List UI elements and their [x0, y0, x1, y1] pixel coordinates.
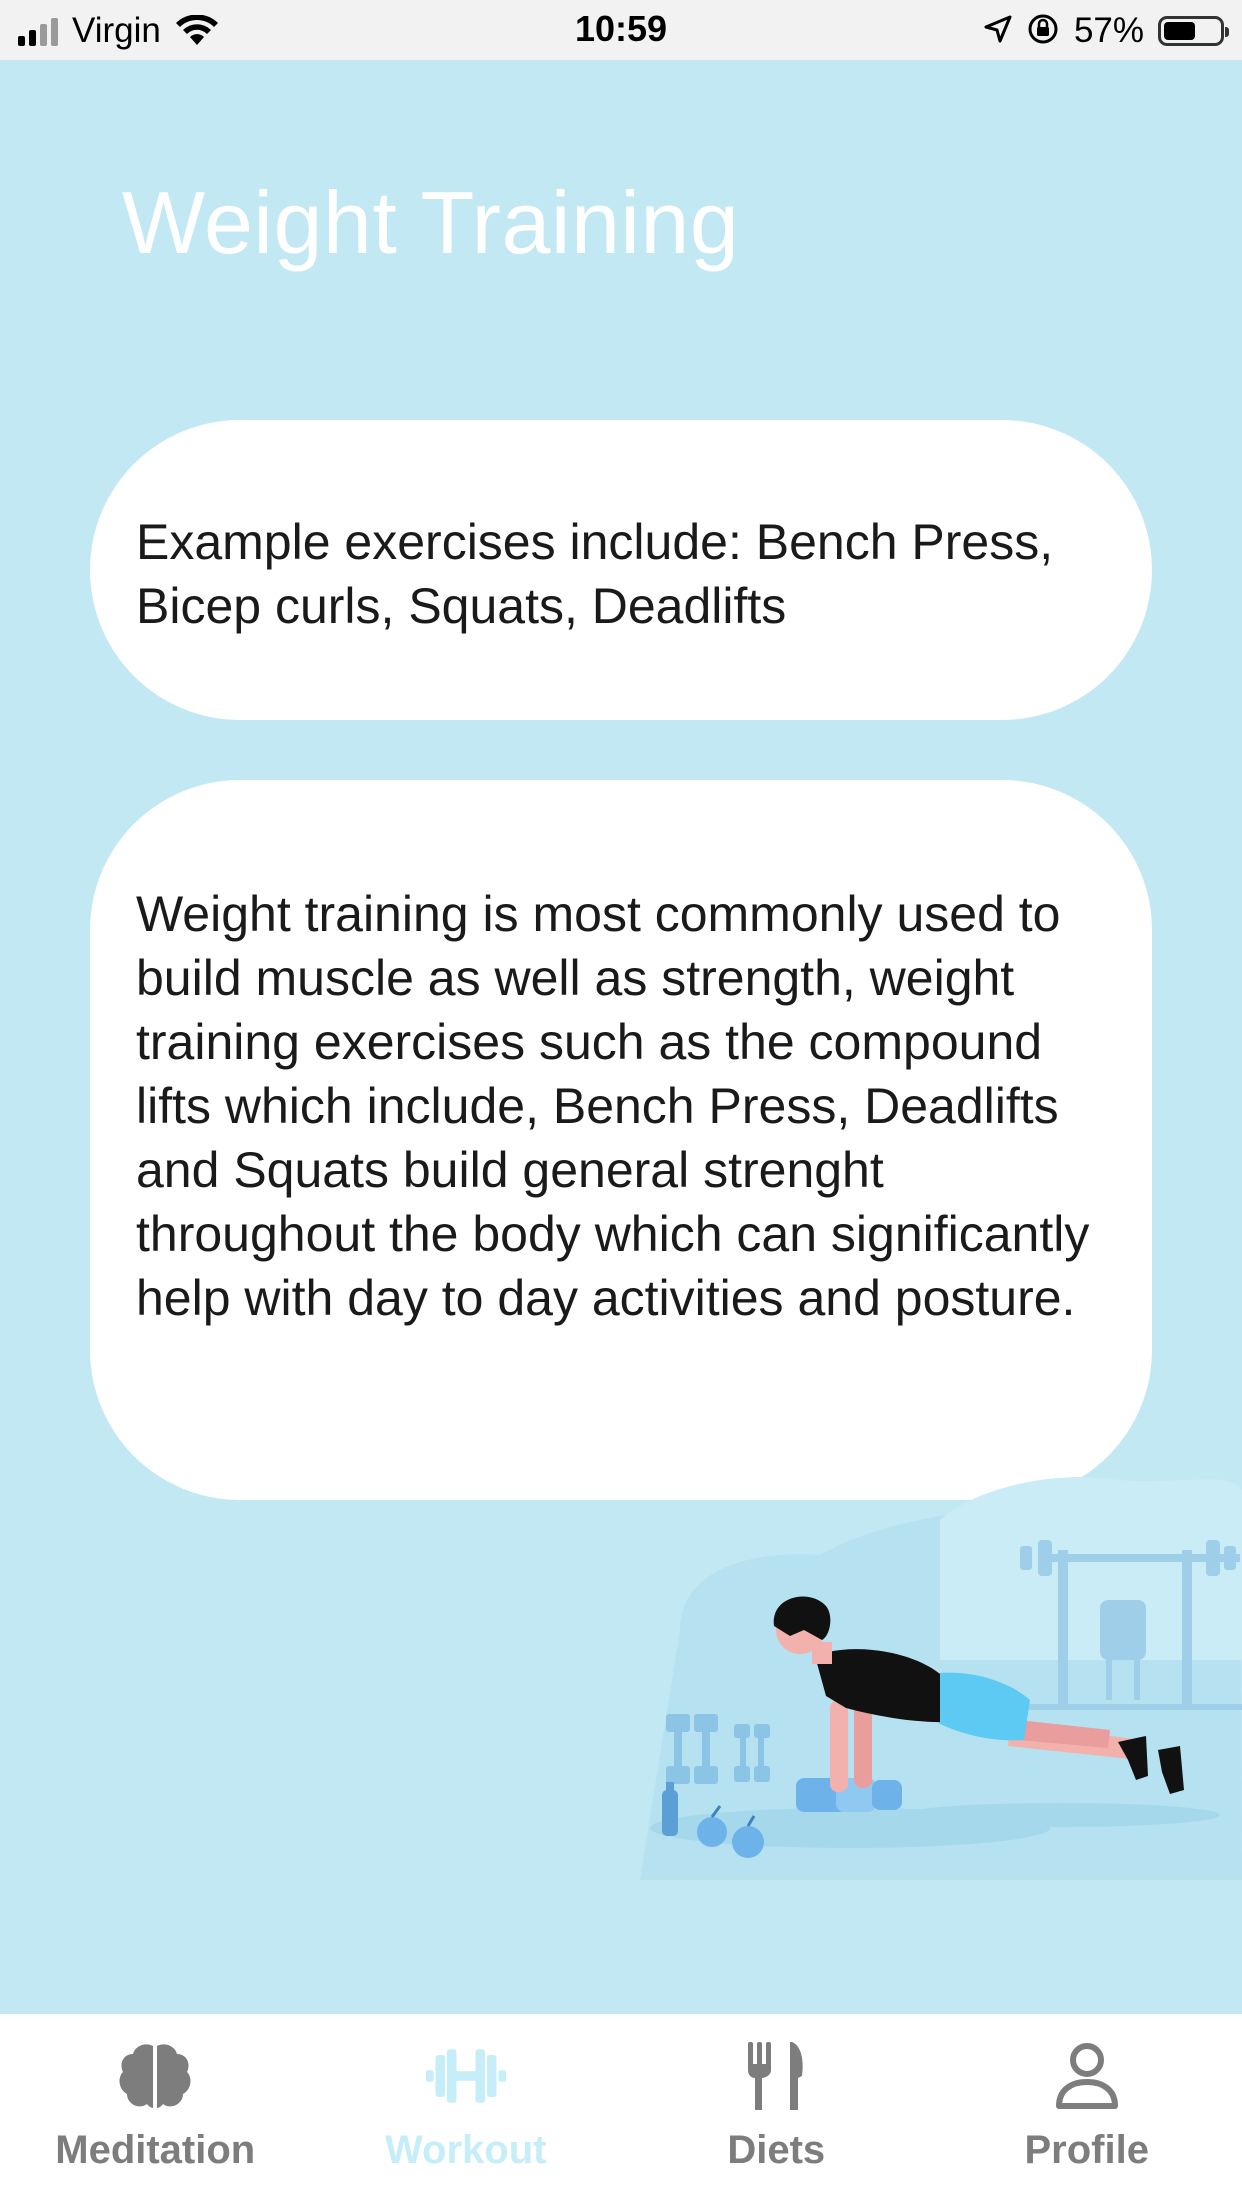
- tab-diets[interactable]: Diets: [621, 2014, 932, 2208]
- battery-level: [1164, 22, 1195, 40]
- tab-profile[interactable]: Profile: [932, 2014, 1242, 2208]
- background-blob-light: [940, 1476, 1242, 1660]
- tab-workout[interactable]: Workout: [311, 2014, 622, 2208]
- example-exercises-card: Example exercises include: Bench Press, …: [90, 420, 1152, 720]
- description-card: Weight training is most commonly used to…: [90, 780, 1152, 1500]
- tab-meditation[interactable]: Meditation: [0, 2014, 311, 2208]
- rotation-lock-icon: [1026, 12, 1060, 51]
- fork-knife-icon: [736, 2036, 816, 2116]
- battery-percentage: 57%: [1073, 11, 1144, 50]
- dumbbell-icon: [425, 2036, 506, 2116]
- tab-label-diets: Diets: [727, 2128, 826, 2172]
- pushup-illustration-svg: [640, 1476, 1242, 1880]
- workout-illustration: [640, 1460, 1242, 1880]
- page-title: Weight Training: [122, 173, 740, 272]
- brain-icon: [115, 2036, 195, 2116]
- tab-bar: Meditation Workout Diets Profile: [0, 2014, 1242, 2208]
- status-bar: Virgin 10:59 57%: [0, 0, 1242, 60]
- example-exercises-text: Example exercises include: Bench Press, …: [136, 514, 1054, 634]
- status-right: 57%: [984, 10, 1229, 52]
- tab-label-workout: Workout: [385, 2128, 547, 2172]
- ground-shadow-right: [900, 1803, 1220, 1827]
- description-text: Weight training is most commonly used to…: [136, 886, 1090, 1326]
- tab-label-meditation: Meditation: [55, 2128, 256, 2172]
- tab-label-profile: Profile: [1024, 2128, 1149, 2172]
- person-icon: [1047, 2036, 1127, 2116]
- battery-icon: [1158, 16, 1229, 46]
- location-arrow-icon: [984, 15, 1012, 48]
